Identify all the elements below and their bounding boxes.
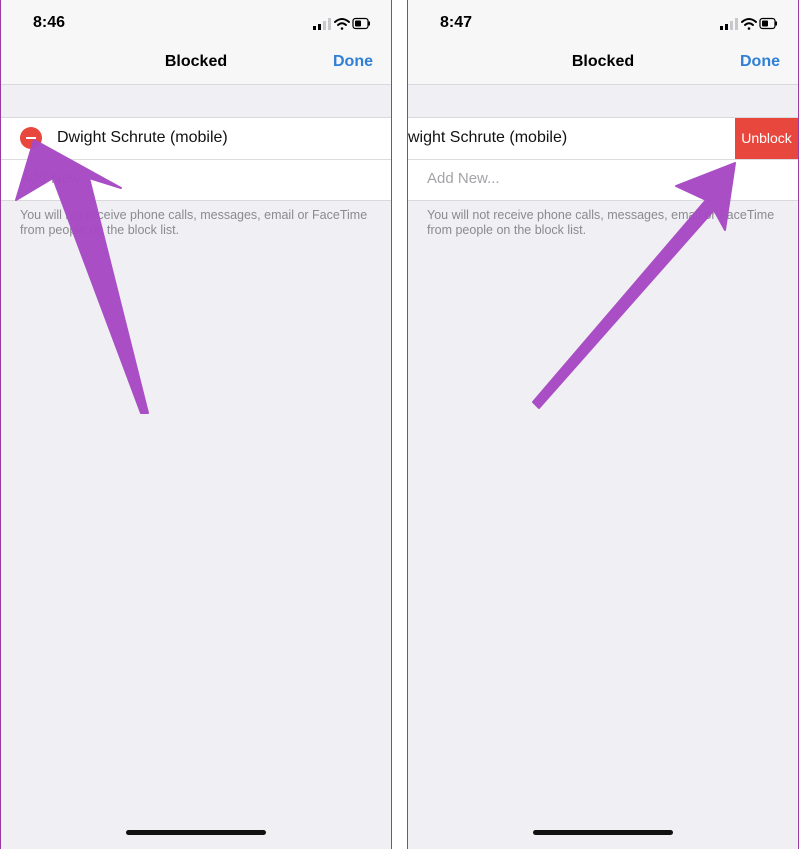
blocked-contact-name: Dwight Schrute (mobile) xyxy=(57,129,228,146)
block-list-note: You will not receive phone calls, messag… xyxy=(20,208,368,237)
battery-icon xyxy=(352,17,370,30)
status-icons xyxy=(313,17,371,31)
add-new-row[interactable]: Add New... xyxy=(408,159,798,200)
status-bar: 8:46 xyxy=(1,0,391,44)
phone-screen-right: 8:47 Blocked Done wight Schrute (mobile)… xyxy=(407,0,799,849)
blocked-list: Dwight Schrute (mobile) Add New... xyxy=(1,117,391,201)
wifi-icon xyxy=(741,18,757,30)
blocked-contact-row[interactable]: Dwight Schrute (mobile) xyxy=(1,118,391,160)
home-indicator[interactable] xyxy=(126,830,266,835)
block-list-note: You will not receive phone calls, messag… xyxy=(427,208,775,237)
blocked-list: wight Schrute (mobile) Unblock Add New..… xyxy=(408,117,798,201)
navigation-bar: Blocked Done xyxy=(1,44,391,85)
status-time: 8:46 xyxy=(33,14,66,31)
status-time: 8:47 xyxy=(440,14,473,31)
minus-circle-icon[interactable] xyxy=(20,127,42,149)
wifi-icon xyxy=(334,18,350,30)
phone-screen-left: 8:46 Blocked Done Dwight Schrute (mobile… xyxy=(0,0,392,849)
status-icons xyxy=(720,17,778,31)
blocked-contact-row[interactable]: wight Schrute (mobile) Unblock xyxy=(408,118,798,160)
unblock-button[interactable]: Unblock xyxy=(735,118,798,159)
done-button[interactable]: Done xyxy=(333,53,373,71)
blocked-contact-name: wight Schrute (mobile) xyxy=(408,129,568,146)
add-new-row[interactable]: Add New... xyxy=(1,159,391,200)
done-button[interactable]: Done xyxy=(740,53,780,71)
navigation-bar: Blocked Done xyxy=(408,44,798,85)
home-indicator[interactable] xyxy=(533,830,673,835)
signal-icon xyxy=(313,18,331,30)
status-bar: 8:47 xyxy=(408,0,798,44)
battery-icon xyxy=(759,17,777,30)
signal-icon xyxy=(720,18,738,30)
add-new-label: Add New... xyxy=(20,170,93,187)
add-new-label: Add New... xyxy=(427,170,500,187)
